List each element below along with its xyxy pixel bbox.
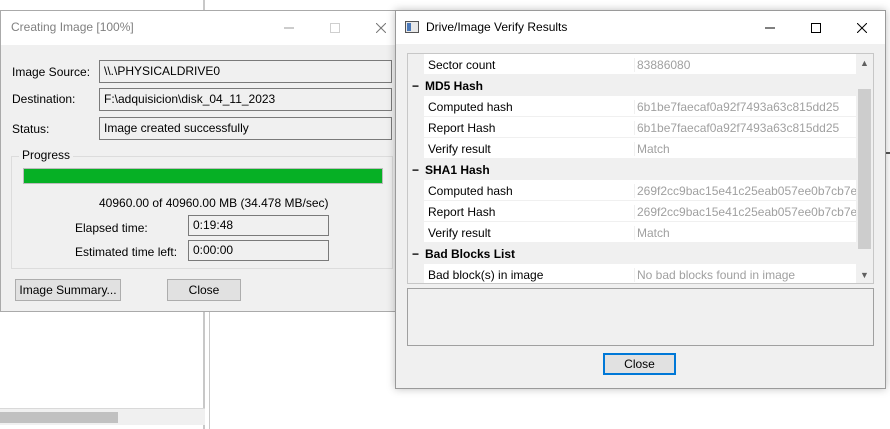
- property-value: No bad blocks found in image: [634, 268, 858, 282]
- property-value: Match: [634, 226, 858, 240]
- elapsed-time-label: Elapsed time:: [75, 221, 148, 235]
- property-name: Bad block(s) in image: [428, 268, 544, 282]
- background-divider: [886, 152, 890, 154]
- scroll-up-arrow-icon[interactable]: ▲: [856, 54, 873, 71]
- app-icon: [405, 21, 419, 33]
- close-window-button[interactable]: [839, 11, 885, 44]
- property-value: 269f2cc9bac15e41c25eab057ee0b7cb7e248: [634, 205, 858, 219]
- progress-group-label: Progress: [19, 148, 74, 162]
- image-source-label: Image Source:: [12, 65, 91, 79]
- background-divider: [209, 312, 210, 429]
- image-summary-button[interactable]: Image Summary...: [15, 279, 121, 301]
- collapse-icon[interactable]: −: [412, 247, 419, 261]
- property-name: Computed hash: [428, 100, 513, 114]
- minimize-icon: [284, 27, 294, 28]
- vertical-scrollbar[interactable]: ▲ ▼: [856, 54, 873, 283]
- status-label: Status:: [12, 122, 50, 136]
- property-value: 6b1be7faecaf0a92f7493a63c815dd25: [634, 121, 858, 135]
- property-row[interactable]: Computed hash 6b1be7faecaf0a92f7493a63c8…: [408, 96, 858, 117]
- property-value: 269f2cc9bac15e41c25eab057ee0b7cb7e248: [634, 184, 858, 198]
- elapsed-time-field: 0:19:48: [188, 215, 329, 236]
- category-label: Bad Blocks List: [425, 247, 516, 261]
- maximize-icon: [811, 22, 821, 33]
- scroll-down-arrow-icon[interactable]: ▼: [856, 266, 873, 283]
- title-bar: Creating Image [100%]: [1, 11, 397, 45]
- window-title: Drive/Image Verify Results: [426, 20, 568, 34]
- close-button[interactable]: Close: [603, 353, 676, 375]
- collapse-icon[interactable]: −: [412, 79, 419, 93]
- property-row[interactable]: Sector count 83886080: [408, 54, 858, 75]
- property-value: 83886080: [634, 58, 858, 72]
- category-label: SHA1 Hash: [425, 163, 490, 177]
- maximize-button[interactable]: [312, 11, 358, 44]
- property-row[interactable]: Bad block(s) in image No bad blocks foun…: [408, 264, 858, 283]
- image-source-field: \\.\PHYSICALDRIVE0: [99, 60, 392, 83]
- property-row[interactable]: Computed hash 269f2cc9bac15e41c25eab057e…: [408, 180, 858, 201]
- maximize-icon: [330, 22, 340, 33]
- maximize-button[interactable]: [793, 11, 839, 44]
- property-name: Report Hash: [428, 205, 496, 219]
- scrollbar-thumb[interactable]: [858, 89, 871, 249]
- background-divider: [203, 0, 205, 10]
- property-row[interactable]: Report Hash 6b1be7faecaf0a92f7493a63c815…: [408, 117, 858, 138]
- estimated-time-field: 0:00:00: [188, 240, 329, 261]
- background-horizontal-scrollbar[interactable]: [0, 408, 205, 425]
- category-sha1[interactable]: − SHA1 Hash: [408, 159, 858, 180]
- status-field: Image created successfully: [99, 117, 392, 140]
- property-value: 6b1be7faecaf0a92f7493a63c815dd25: [634, 100, 858, 114]
- window-title: Creating Image [100%]: [11, 20, 134, 34]
- category-label: MD5 Hash: [425, 79, 484, 93]
- creating-image-window: Creating Image [100%] Image Source: \\.\…: [0, 10, 398, 312]
- close-icon: [857, 22, 867, 33]
- property-name: Computed hash: [428, 184, 513, 198]
- transfer-status: 40960.00 of 40960.00 MB (34.478 MB/sec): [99, 196, 329, 210]
- estimated-time-label: Estimated time left:: [75, 245, 178, 259]
- progress-bar: [23, 168, 383, 184]
- property-name: Report Hash: [428, 121, 496, 135]
- property-name: Verify result: [428, 142, 491, 156]
- property-row[interactable]: Verify result Match: [408, 138, 858, 159]
- collapse-icon[interactable]: −: [412, 163, 419, 177]
- close-button[interactable]: Close: [167, 279, 241, 301]
- progress-fill: [24, 169, 382, 183]
- property-value: Match: [634, 142, 858, 156]
- destination-field: F:\adquisicion\disk_04_11_2023: [99, 88, 392, 111]
- minimize-button[interactable]: [747, 11, 793, 44]
- minimize-button[interactable]: [266, 11, 312, 44]
- destination-label: Destination:: [12, 92, 76, 106]
- scrollbar-thumb[interactable]: [0, 412, 118, 423]
- category-md5[interactable]: − MD5 Hash: [408, 75, 858, 96]
- title-bar: Drive/Image Verify Results: [396, 11, 885, 44]
- minimize-icon: [765, 27, 775, 28]
- close-icon: [376, 22, 386, 33]
- property-name: Sector count: [428, 58, 496, 72]
- verify-results-window: Drive/Image Verify Results Sector count …: [395, 10, 886, 389]
- property-row[interactable]: Verify result Match: [408, 222, 858, 243]
- property-name: Verify result: [428, 226, 491, 240]
- property-row[interactable]: Report Hash 269f2cc9bac15e41c25eab057ee0…: [408, 201, 858, 222]
- description-pane: [407, 288, 874, 346]
- verify-results-grid[interactable]: Sector count 83886080 − MD5 Hash Compute…: [407, 53, 874, 284]
- category-bad-blocks[interactable]: − Bad Blocks List: [408, 243, 858, 264]
